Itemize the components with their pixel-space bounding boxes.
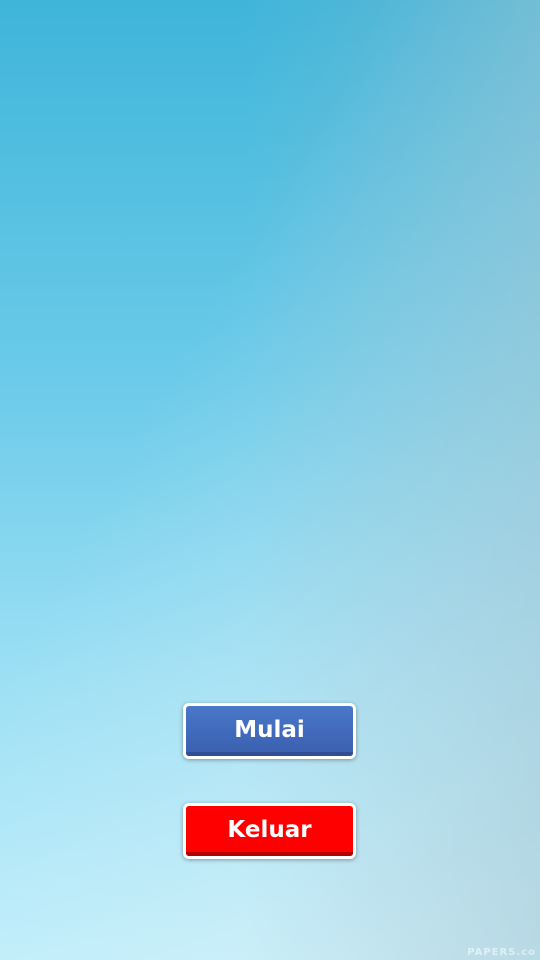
start-button[interactable]: Mulai [183,703,356,759]
menu-screen: Mulai Keluar PAPERS.co [0,0,540,960]
exit-button-label: Keluar [227,817,312,843]
start-button-label: Mulai [234,717,305,743]
watermark: PAPERS.co [467,947,536,958]
exit-button[interactable]: Keluar [183,803,356,859]
